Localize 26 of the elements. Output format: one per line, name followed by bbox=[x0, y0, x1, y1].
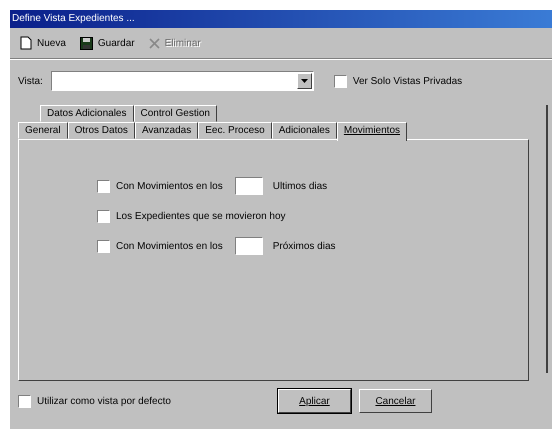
tab[interactable]: General bbox=[18, 122, 68, 139]
window-title: Define Vista Expedientes ... bbox=[10, 10, 552, 28]
default-view-checkbox[interactable]: Utilizar como vista por defecto bbox=[18, 394, 171, 408]
days-suffix: Próximos dias bbox=[272, 240, 336, 252]
tab[interactable]: Adicionales bbox=[272, 122, 337, 139]
tab[interactable]: Eec. Proceso bbox=[198, 122, 272, 139]
toolbar-button[interactable]: Nueva bbox=[16, 32, 70, 54]
dialog-button[interactable]: Aplicar bbox=[278, 389, 351, 413]
days-suffix: Ultimos dias bbox=[272, 180, 328, 192]
vista-dropdown[interactable] bbox=[50, 71, 314, 91]
dialog-button[interactable]: Cancelar bbox=[358, 389, 432, 413]
toolbar-button[interactable]: Guardar bbox=[76, 32, 139, 54]
tab[interactable]: Avanzadas bbox=[134, 122, 198, 139]
tab[interactable]: Control Gestion bbox=[134, 105, 217, 122]
option-checkbox[interactable]: Los Expedientes que se movieron hoy bbox=[97, 210, 286, 222]
tab[interactable]: Otros Datos bbox=[68, 122, 135, 139]
private-views-checkbox[interactable]: Ver Solo Vistas Privadas bbox=[334, 74, 462, 88]
tab[interactable]: Movimientos bbox=[336, 122, 408, 141]
days-input[interactable] bbox=[234, 177, 263, 195]
tab[interactable]: Datos Adicionales bbox=[40, 105, 134, 122]
option-checkbox[interactable]: Con Movimientos en los bbox=[97, 180, 223, 192]
document-icon bbox=[20, 36, 32, 50]
days-input[interactable] bbox=[234, 237, 263, 255]
vista-label: Vista: bbox=[18, 76, 43, 86]
option-checkbox[interactable]: Con Movimientos en los bbox=[97, 240, 223, 252]
cross-icon bbox=[148, 38, 160, 48]
